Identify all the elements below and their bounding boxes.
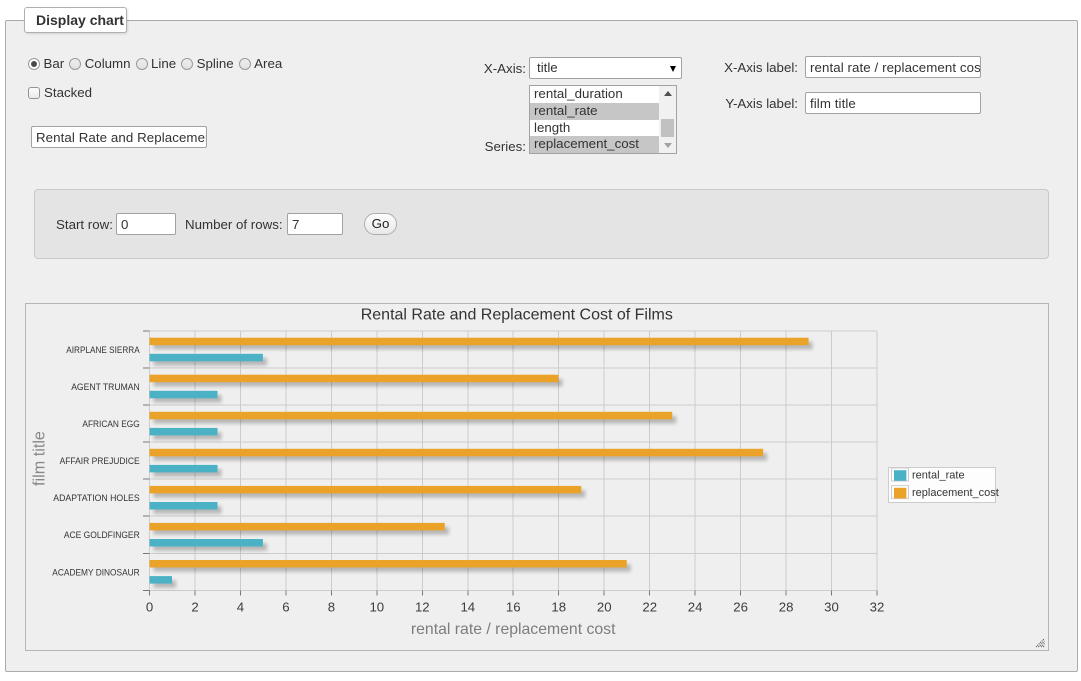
- svg-text:16: 16: [506, 600, 521, 615]
- svg-text:rental_rate: rental_rate: [912, 470, 965, 482]
- svg-text:18: 18: [551, 600, 566, 615]
- svg-text:rental rate / replacement cost: rental rate / replacement cost: [411, 621, 616, 638]
- svg-text:Rental Rate and Replacement Co: Rental Rate and Replacement Cost of Film…: [361, 307, 673, 324]
- svg-text:AFFAIR PREJUDICE: AFFAIR PREJUDICE: [60, 456, 140, 467]
- svg-text:26: 26: [733, 600, 748, 615]
- svg-text:20: 20: [597, 600, 612, 615]
- svg-text:2: 2: [191, 600, 198, 615]
- svg-text:film title: film title: [31, 431, 49, 486]
- svg-text:32: 32: [870, 600, 885, 615]
- svg-text:ACADEMY DINOSAUR: ACADEMY DINOSAUR: [52, 567, 139, 578]
- svg-text:AGENT TRUMAN: AGENT TRUMAN: [71, 382, 140, 393]
- svg-text:10: 10: [369, 600, 384, 615]
- svg-text:14: 14: [460, 600, 475, 615]
- svg-text:AIRPLANE SIERRA: AIRPLANE SIERRA: [66, 345, 140, 356]
- svg-text:12: 12: [415, 600, 430, 615]
- svg-text:22: 22: [642, 600, 657, 615]
- svg-text:ADAPTATION HOLES: ADAPTATION HOLES: [53, 493, 139, 504]
- svg-text:0: 0: [146, 600, 153, 615]
- svg-text:replacement_cost: replacement_cost: [912, 487, 999, 499]
- svg-text:24: 24: [688, 600, 703, 615]
- svg-text:ACE GOLDFINGER: ACE GOLDFINGER: [64, 530, 140, 541]
- svg-text:28: 28: [779, 600, 794, 615]
- svg-text:8: 8: [328, 600, 335, 615]
- svg-text:30: 30: [824, 600, 839, 615]
- svg-text:6: 6: [282, 600, 289, 615]
- svg-text:4: 4: [237, 600, 244, 615]
- svg-text:AFRICAN EGG: AFRICAN EGG: [82, 419, 139, 430]
